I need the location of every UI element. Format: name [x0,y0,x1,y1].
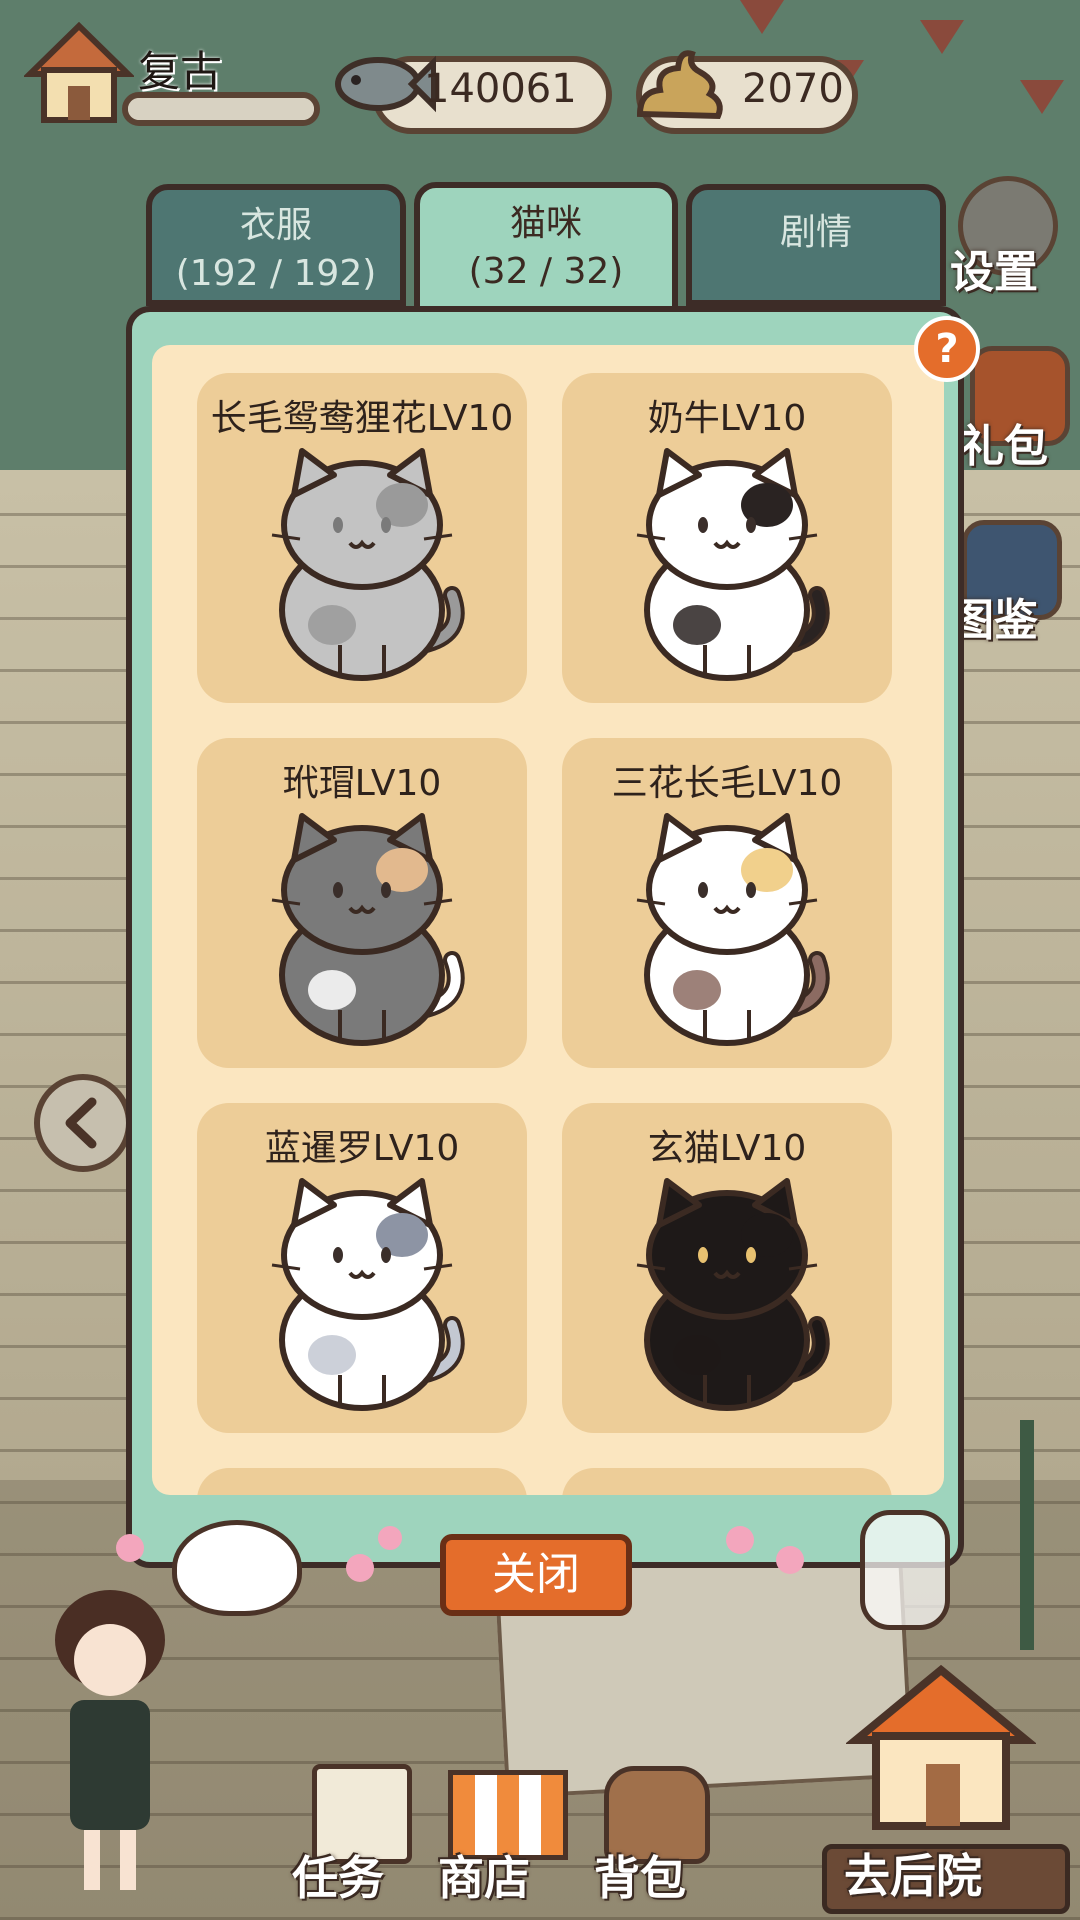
fish-count: 140061 [424,66,577,112]
settings-button[interactable]: 设置 [950,176,1060,298]
cat-name: 蓝暹罗LV10 [264,1128,460,1169]
prev-arrow-button[interactable] [34,1074,132,1172]
nav-shop[interactable]: 商店 [438,1764,568,1914]
nav-bag-label: 背包 [594,1851,686,1905]
bunting-flag [1020,80,1064,114]
fish-icon [326,40,437,130]
cat-illustration [636,813,830,1046]
cat-card[interactable]: 玄猫LV10 [562,1103,892,1433]
home-icon[interactable] [22,21,136,126]
background-lamp-post [1020,1420,1034,1650]
nav-bag[interactable]: 背包 [590,1764,720,1914]
cat-name: 奶牛LV10 [647,398,807,439]
gallery-button[interactable]: 图鉴 [950,520,1070,646]
player-name: 复古 [138,47,223,96]
cat-card-partial[interactable] [562,1468,892,1495]
tab-clothes-count: (192 / 192) [175,253,377,294]
cat-card[interactable]: 长毛鸳鸯狸花LV10 [197,373,527,703]
mascot-cat-icon [172,1520,302,1616]
tab-cats-count: (32 / 32) [468,251,624,292]
nav-shop-label: 商店 [438,1851,530,1905]
tab-clothes[interactable]: 衣服 (192 / 192) [146,184,406,306]
cat-card-partial[interactable] [197,1468,527,1495]
bunting-flag [920,20,964,54]
cat-card[interactable]: 三花长毛LV10 [562,738,892,1068]
nav-tasks-label: 任务 [292,1851,384,1905]
cat-name: 玄猫LV10 [647,1128,807,1169]
tab-clothes-label: 衣服 [239,205,312,246]
house-icon [846,1664,1036,1830]
shopkeeper-character [40,1580,180,1900]
settings-label: 设置 [950,247,1038,298]
cat-illustration [271,1178,465,1411]
cat-card[interactable]: 奶牛LV10 [562,373,892,703]
bunting-flag [740,0,784,34]
gift-button[interactable]: 礼包 [960,346,1070,472]
cat-card[interactable]: 蓝暹罗LV10 [197,1103,527,1433]
cat-name: 玳瑁LV10 [282,763,442,804]
cat-illustration [271,448,465,681]
cat-illustration [271,813,465,1046]
nav-tasks[interactable]: 任务 [292,1764,422,1914]
nav-backyard[interactable]: 去后院 [816,1660,1070,1914]
player-progress-fill [128,98,314,120]
bottle-icon [860,1510,950,1630]
cat-name: 三花长毛LV10 [611,763,843,804]
cat-name: 长毛鸳鸯狸花LV10 [210,398,514,439]
tab-cats[interactable]: 猫咪 (32 / 32) [414,182,678,312]
cat-card[interactable]: 玳瑁LV10 [197,738,527,1068]
cat-illustration [636,1178,830,1411]
tab-story-label: 剧情 [779,212,852,253]
poop-icon [630,42,726,128]
poop-count: 2070 [742,66,844,112]
chevron-left-icon [65,1097,97,1149]
tab-cats-label: 猫咪 [509,203,582,244]
cat-illustration [636,448,830,681]
gift-label: 礼包 [960,421,1048,472]
cat-grid[interactable]: 长毛鸳鸯狸花LV10 奶牛LV10 玳瑁LV10 三花长毛LV10 蓝暹罗LV10 玄猫L… [152,345,944,1495]
nav-backyard-label: 去后院 [844,1849,982,1903]
close-button[interactable]: 关闭 [440,1534,632,1616]
player-progress-bar [122,92,320,126]
help-button[interactable]: ? [914,316,980,382]
tab-story[interactable]: 剧情 [686,184,946,306]
